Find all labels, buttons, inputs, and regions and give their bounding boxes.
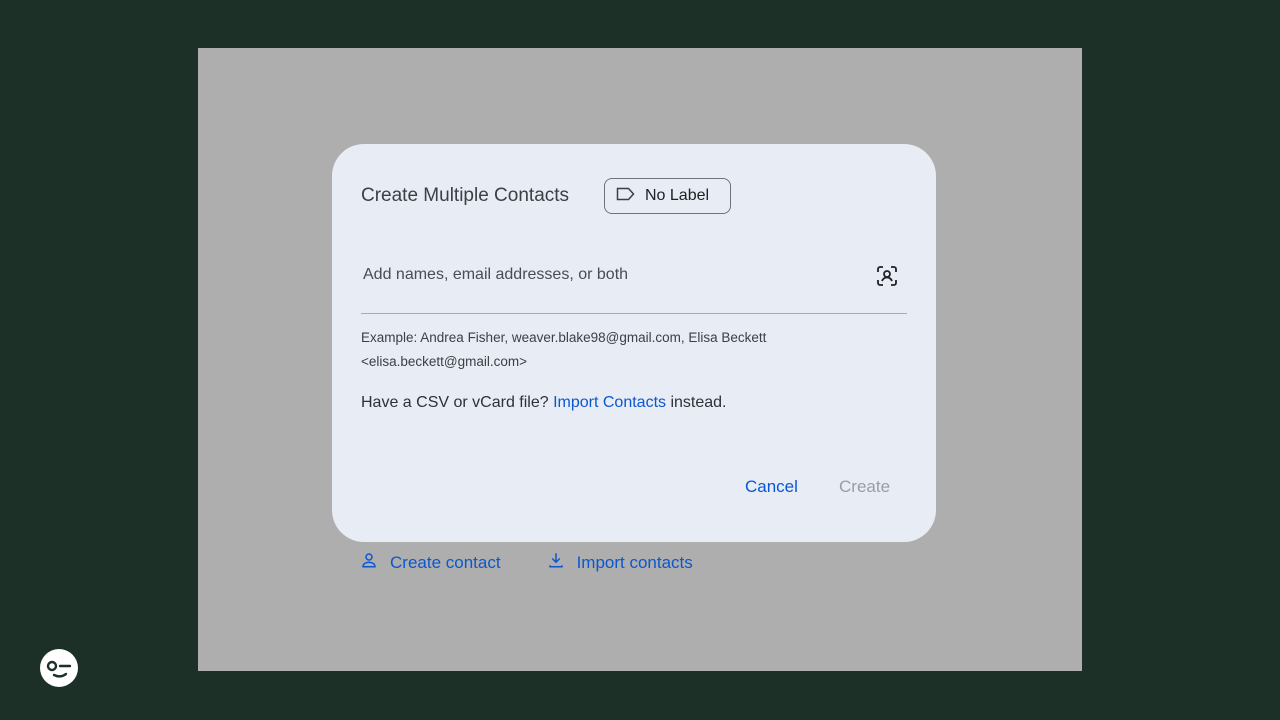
csv-import-hint: Have a CSV or vCard file? Import Contact… bbox=[361, 394, 727, 412]
background-actions: Create contact Import contacts bbox=[360, 551, 693, 574]
person-icon bbox=[360, 551, 378, 574]
contact-picker-icon[interactable] bbox=[875, 264, 899, 288]
download-icon bbox=[547, 551, 565, 574]
create-multiple-contacts-dialog: Create Multiple Contacts No Label Exampl… bbox=[332, 144, 936, 542]
dialog-title: Create Multiple Contacts bbox=[361, 185, 570, 206]
create-contact-label: Create contact bbox=[390, 552, 501, 572]
import-contacts-button[interactable]: Import contacts bbox=[547, 551, 693, 574]
label-icon bbox=[616, 187, 635, 206]
contacts-input-field bbox=[361, 244, 907, 314]
csv-hint-prefix: Have a CSV or vCard file? bbox=[361, 394, 554, 411]
import-contacts-link[interactable]: Import Contacts bbox=[553, 394, 666, 411]
example-text: Example: Andrea Fisher, weaver.blake98@g… bbox=[361, 330, 767, 369]
label-chip-text: No Label bbox=[645, 187, 710, 204]
csv-hint-suffix: instead. bbox=[666, 394, 727, 411]
label-chip[interactable]: No Label bbox=[604, 178, 731, 214]
cancel-button[interactable]: Cancel bbox=[745, 477, 798, 497]
contacts-input[interactable] bbox=[361, 260, 855, 290]
import-contacts-label: Import contacts bbox=[576, 552, 693, 572]
brand-logo bbox=[40, 649, 78, 687]
create-contact-button[interactable]: Create contact bbox=[360, 551, 501, 574]
create-button[interactable]: Create bbox=[839, 477, 890, 497]
